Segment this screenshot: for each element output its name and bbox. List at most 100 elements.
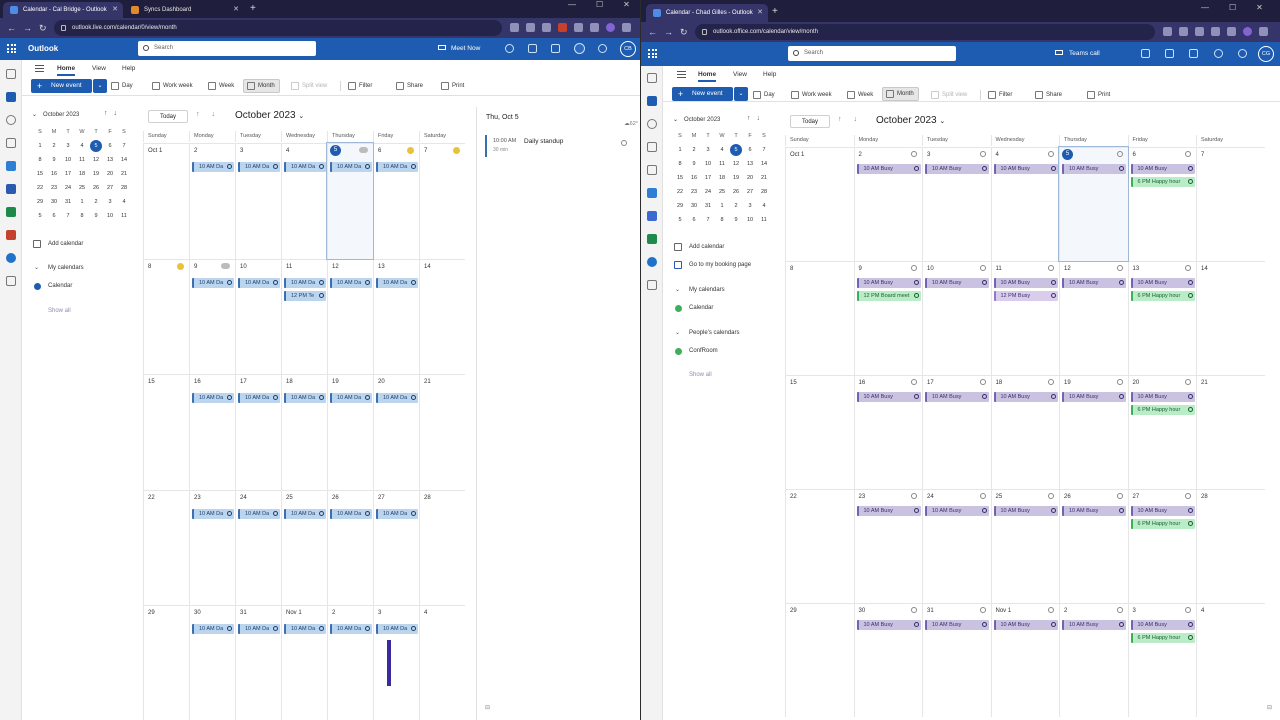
- mini-day[interactable]: 7: [701, 213, 715, 227]
- close-tab-icon[interactable]: ✕: [112, 2, 118, 18]
- calendar-event[interactable]: 10 AM Busy: [993, 392, 1058, 402]
- day-cell[interactable]: 8: [143, 258, 189, 374]
- day-cell[interactable]: 4: [1196, 603, 1265, 717]
- daily-standup-event[interactable]: 10:00 AM 30 min Daily standup: [485, 135, 631, 157]
- close-tab-icon[interactable]: ✕: [233, 2, 239, 18]
- mini-day[interactable]: 6: [743, 143, 757, 157]
- calendar-event[interactable]: 10 AM Da: [284, 393, 326, 403]
- share-button[interactable]: Share: [396, 81, 423, 91]
- tab-home[interactable]: Home: [57, 63, 76, 76]
- mini-day[interactable]: 21: [117, 167, 131, 181]
- puzzle-icon[interactable]: [574, 23, 583, 32]
- reload-icon[interactable]: ↻: [680, 25, 688, 39]
- calendar-event[interactable]: 10 AM Busy: [993, 620, 1058, 630]
- settings-gear-icon[interactable]: [574, 43, 585, 54]
- mini-day[interactable]: 31: [61, 195, 75, 209]
- panel-footer-icon[interactable]: ⊟: [485, 704, 490, 711]
- split-view-button[interactable]: Split view: [931, 90, 967, 100]
- calendar-event[interactable]: 10 AM Da: [192, 162, 234, 172]
- tips-icon[interactable]: [1238, 49, 1247, 58]
- day-cell[interactable]: 20 10 AM Busy 6 PM Happy hour: [1127, 375, 1196, 489]
- calendar-event[interactable]: 10 AM Da: [376, 508, 418, 519]
- sidebar-icon[interactable]: [590, 23, 599, 32]
- day-cell[interactable]: 3 10 AM Busy 6 PM Happy hour: [1127, 603, 1196, 717]
- day-cell[interactable]: 21: [419, 374, 465, 490]
- mini-day[interactable]: 1: [673, 143, 687, 157]
- day-cell[interactable]: 3 10 AM Da: [235, 143, 281, 259]
- reload-icon[interactable]: ↻: [39, 21, 47, 35]
- mini-day[interactable]: 14: [117, 153, 131, 167]
- mini-day[interactable]: 12: [89, 153, 103, 167]
- mini-day[interactable]: 29: [33, 195, 47, 209]
- day-cell[interactable]: 20 10 AM Da: [373, 374, 419, 490]
- calendar-icon[interactable]: [647, 96, 657, 106]
- teams-app-icon[interactable]: [647, 211, 657, 221]
- share-button[interactable]: Share: [1035, 90, 1062, 100]
- day-cell[interactable]: 28: [419, 489, 465, 605]
- filter-button[interactable]: Filter: [348, 81, 372, 91]
- mini-calendar-title[interactable]: ⌄ October 2023: [32, 111, 79, 120]
- mini-day[interactable]: 3: [61, 139, 75, 153]
- day-cell[interactable]: 24 10 AM Busy: [922, 489, 991, 603]
- mini-day[interactable]: 10: [701, 157, 715, 171]
- mini-day[interactable]: 5: [33, 209, 47, 223]
- peoples-calendars-group[interactable]: ⌄ People's calendars: [675, 328, 740, 338]
- confroom-item[interactable]: ConfRoom: [675, 346, 718, 356]
- mini-day[interactable]: 10: [61, 153, 75, 167]
- mini-day[interactable]: 18: [75, 167, 89, 181]
- mini-day[interactable]: 25: [715, 185, 729, 199]
- mini-day[interactable]: 2: [729, 199, 743, 213]
- booking-page-link[interactable]: Go to my booking page: [674, 260, 751, 270]
- new-event-button[interactable]: + New event ⌄: [31, 79, 107, 93]
- mini-day[interactable]: 4: [715, 143, 729, 157]
- day-cell[interactable]: 26 10 AM Da: [327, 489, 373, 605]
- calendar-item[interactable]: Calendar: [34, 281, 72, 291]
- calendar-event[interactable]: 10 AM Da: [330, 624, 372, 634]
- mini-day[interactable]: 23: [687, 185, 701, 199]
- tab-chad-gilles[interactable]: Calendar - Chad Gilles - Outlook ✕: [646, 4, 768, 22]
- day-cell[interactable]: 5 10 AM Busy: [1058, 146, 1129, 262]
- day-cell[interactable]: 9 10 AM Busy 12 PM Board meet: [853, 261, 922, 375]
- day-cell[interactable]: 4 10 AM Da: [281, 143, 327, 259]
- maximize-icon[interactable]: ☐: [1229, 3, 1236, 15]
- feedback-icon[interactable]: [551, 44, 560, 53]
- calendar-event[interactable]: 10 AM Busy: [856, 164, 921, 174]
- calendar-event[interactable]: 10 AM Da: [330, 162, 372, 172]
- day-cell[interactable]: 30 10 AM Da: [189, 605, 235, 720]
- my-calendars-group[interactable]: ⌄ My calendars: [675, 285, 725, 295]
- powerpoint-icon[interactable]: [6, 230, 16, 240]
- attach-icon[interactable]: [6, 138, 16, 148]
- day-cell[interactable]: 4 10 AM Busy: [990, 147, 1059, 261]
- mini-day[interactable]: 30: [47, 195, 61, 209]
- calendar-event[interactable]: 10 AM Busy: [856, 620, 921, 630]
- day-cell[interactable]: 17 10 AM Da: [235, 374, 281, 490]
- my-calendars-group[interactable]: ⌄ My calendars: [34, 263, 84, 273]
- avatar[interactable]: CG: [1258, 46, 1274, 62]
- calendar-event[interactable]: 10 AM Da: [284, 508, 326, 519]
- split-view-button[interactable]: Split view: [291, 81, 327, 91]
- app-launcher-icon[interactable]: [648, 49, 657, 58]
- day-cell[interactable]: 25 10 AM Busy: [990, 489, 1059, 603]
- add-calendar-link[interactable]: Add calendar: [674, 242, 724, 252]
- mini-day[interactable]: 14: [757, 157, 771, 171]
- day-cell[interactable]: 7: [419, 143, 465, 259]
- mini-day[interactable]: 28: [117, 181, 131, 195]
- calendar-event[interactable]: 10 AM Da: [330, 508, 372, 519]
- team-event[interactable]: 12 PM Te: [284, 290, 326, 301]
- calendar-event[interactable]: 10 AM Da: [330, 393, 372, 403]
- star-icon[interactable]: [1195, 27, 1204, 36]
- menu-dots-icon[interactable]: [622, 23, 631, 32]
- people-icon[interactable]: [647, 119, 657, 129]
- checked-circle-icon[interactable]: [675, 305, 682, 312]
- mini-day[interactable]: 23: [47, 181, 61, 195]
- add-calendar-link[interactable]: Add calendar: [33, 239, 83, 249]
- mini-day[interactable]: 15: [33, 167, 47, 181]
- settings-gear-icon[interactable]: [1214, 49, 1223, 58]
- mini-day[interactable]: 24: [701, 185, 715, 199]
- day-cell[interactable]: 2 10 AM Busy: [853, 147, 922, 261]
- search-input[interactable]: Search: [138, 41, 316, 56]
- mini-day[interactable]: 17: [61, 167, 75, 181]
- work-week-button[interactable]: Work week: [791, 90, 832, 100]
- day-cell[interactable]: 30 10 AM Busy: [853, 603, 922, 717]
- menu-icon[interactable]: [35, 65, 44, 72]
